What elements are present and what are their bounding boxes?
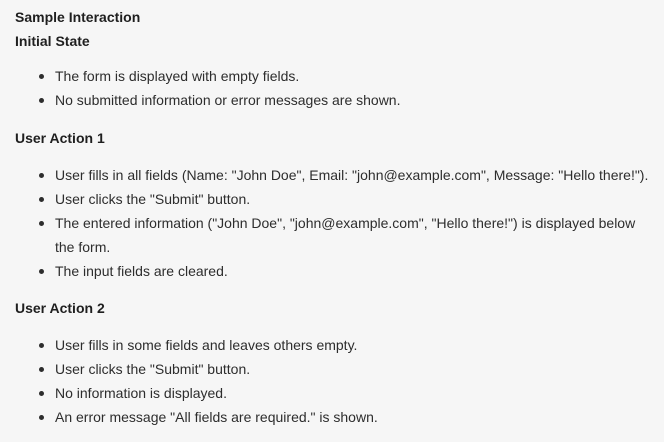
list-item-text: The input fields are cleared. [55, 263, 228, 279]
bullet-icon [39, 367, 44, 372]
bullet-icon [39, 74, 44, 79]
list-item-text: User fills in some fields and leaves oth… [55, 337, 358, 353]
list-item-text: No submitted information or error messag… [55, 92, 401, 108]
list-item-text: The entered information ("John Doe", "jo… [55, 215, 636, 255]
document-title: Sample Interaction [15, 9, 141, 25]
list-item: User fills in all fields (Name: "John Do… [39, 163, 649, 187]
list-item-text: User clicks the "Submit" button. [55, 191, 251, 207]
list-item: No information is displayed. [39, 381, 649, 405]
list-item: The form is displayed with empty fields. [39, 64, 649, 88]
bullet-icon [39, 197, 44, 202]
list-item-text: No information is displayed. [55, 385, 227, 401]
list-item: The entered information ("John Doe", "jo… [39, 211, 649, 259]
section-heading: User Action 1 [15, 130, 105, 146]
section-user-action-1: User Action 1 User fills in all fields (… [15, 129, 649, 283]
list-item-text: An error message "All fields are require… [55, 409, 378, 425]
bullet-icon [39, 98, 44, 103]
bullet-icon [39, 343, 44, 348]
section-initial-state: Initial State The form is displayed with… [15, 32, 649, 112]
section-heading: Initial State [15, 33, 90, 49]
list-item-text: User fills in all fields (Name: "John Do… [55, 167, 649, 183]
bullet-list: The form is displayed with empty fields.… [15, 64, 649, 112]
list-item: User clicks the "Submit" button. [39, 187, 649, 211]
bullet-list: User fills in some fields and leaves oth… [15, 333, 649, 429]
list-item: No submitted information or error messag… [39, 88, 649, 112]
list-item-text: The form is displayed with empty fields. [55, 68, 300, 84]
bullet-icon [39, 415, 44, 420]
list-item: The input fields are cleared. [39, 259, 649, 283]
document-page: Sample Interaction Initial State The for… [0, 0, 664, 442]
bullet-icon [39, 173, 44, 178]
list-item-text: User clicks the "Submit" button. [55, 361, 251, 377]
section-heading: User Action 2 [15, 300, 105, 316]
list-item: An error message "All fields are require… [39, 405, 649, 429]
bullet-icon [39, 221, 44, 226]
list-item: User fills in some fields and leaves oth… [39, 333, 649, 357]
list-item: User clicks the "Submit" button. [39, 357, 649, 381]
bullet-list: User fills in all fields (Name: "John Do… [15, 163, 649, 283]
bullet-icon [39, 269, 44, 274]
section-user-action-2: User Action 2 User fills in some fields … [15, 299, 649, 429]
bullet-icon [39, 391, 44, 396]
